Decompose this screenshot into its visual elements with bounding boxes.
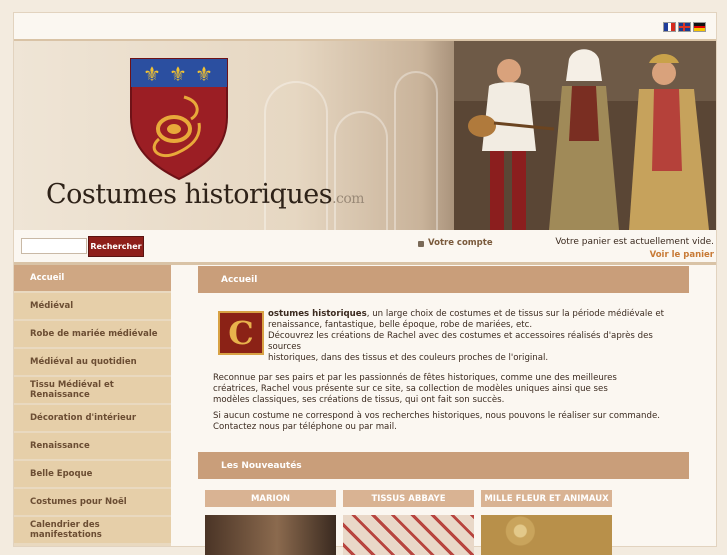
flag-de-icon[interactable] <box>693 22 706 32</box>
page-frame: ⚜ ⚜ ⚜ Costumes historiques.com Recherche… <box>13 12 717 555</box>
product-image[interactable] <box>481 515 612 555</box>
sidebar-item-medieval-quotidien[interactable]: Médiéval au quotidien <box>14 349 171 375</box>
product-title[interactable]: MARION <box>205 490 336 507</box>
top-bar <box>14 13 716 41</box>
paragraph-rachel: Reconnue par ses pairs et par les passio… <box>213 373 683 406</box>
para1-line1: Reconnue par ses pairs et par les passio… <box>213 373 617 383</box>
para2-line2: Contactez nous par téléphone ou par mail… <box>213 422 397 432</box>
product-card-tissus-abbaye[interactable]: TISSUS ABBAYE <box>343 490 474 555</box>
logo-main-text: Costumes historiques <box>46 179 333 210</box>
view-cart-link[interactable]: Voir le panier <box>650 250 714 260</box>
para1-line2: créatrices, Rachel vous présente sur ce … <box>213 384 608 394</box>
sidebar-item-tissu[interactable]: Tissu Médiéval et Renaissance <box>14 377 171 403</box>
coat-of-arms-logo[interactable]: ⚜ ⚜ ⚜ <box>129 57 229 181</box>
sidebar-item-belle-epoque[interactable]: Belle Epoque <box>14 461 171 487</box>
flag-fr-icon[interactable] <box>663 22 676 32</box>
intro-text: ostumes historiques, un large choix de c… <box>268 309 688 364</box>
search-and-cart-bar: Rechercher Votre compte Votre panier est… <box>14 232 716 265</box>
language-switcher <box>663 22 706 32</box>
intro-block: C ostumes historiques, un large choix de… <box>198 309 689 363</box>
intro-line4: historiques, dans des tissus et des coul… <box>268 353 549 363</box>
sidebar-item-medieval[interactable]: Médiéval <box>14 293 171 319</box>
dropcap-letter: C <box>218 311 264 355</box>
paragraph-contact: Si aucun costume ne correspond à vos rec… <box>213 411 683 433</box>
product-image[interactable] <box>343 515 474 555</box>
cart-status: Votre panier est actuellement vide. <box>555 237 714 247</box>
svg-text:⚜: ⚜ <box>169 62 187 86</box>
lock-icon <box>418 241 424 247</box>
product-image[interactable] <box>205 515 336 555</box>
sidebar-item-robe-mariee[interactable]: Robe de mariée médiévale <box>14 321 171 347</box>
flag-uk-icon[interactable] <box>678 22 691 32</box>
logo-suffix: .com <box>332 191 365 207</box>
main-content: Accueil C ostumes historiques, un large … <box>198 266 689 555</box>
new-products-list: MARION TISSUS ABBAYE MILLE FLEUR ET ANIM… <box>205 490 689 555</box>
svg-text:⚜: ⚜ <box>143 62 161 86</box>
intro-line2: renaissance, fantastique, belle époque, … <box>268 320 533 330</box>
product-title[interactable]: TISSUS ABBAYE <box>343 490 474 507</box>
news-section-title: Les Nouveautés <box>198 452 689 479</box>
para1-line3: modèles classiques, ses créations de tis… <box>213 395 505 405</box>
product-title[interactable]: MILLE FLEUR ET ANIMAUX <box>481 490 612 507</box>
search-input[interactable] <box>21 238 87 254</box>
sidebar-item-noel[interactable]: Costumes pour Noël <box>14 489 171 515</box>
sidebar-item-renaissance[interactable]: Renaissance <box>14 433 171 459</box>
banner-photo <box>454 41 716 230</box>
search-button[interactable]: Rechercher <box>88 236 144 257</box>
intro-bold: ostumes historiques <box>268 309 367 319</box>
sidebar-item-calendrier[interactable]: Calendrier des manifestations <box>14 517 171 543</box>
sidebar-item-decoration[interactable]: Décoration d'intérieur <box>14 405 171 431</box>
header-banner: ⚜ ⚜ ⚜ Costumes historiques.com <box>14 41 716 230</box>
product-card-marion[interactable]: MARION <box>205 490 336 555</box>
site-logo-text[interactable]: Costumes historiques.com <box>46 179 365 210</box>
section-title: Accueil <box>198 266 689 293</box>
para2-line1: Si aucun costume ne correspond à vos rec… <box>213 411 660 421</box>
intro-line1-rest: , un large choix de costumes et de tissu… <box>366 309 664 319</box>
sidebar-item-accueil[interactable]: Accueil <box>14 265 171 291</box>
intro-line3: Découvrez les créations de Rachel avec d… <box>268 331 653 352</box>
product-card-mille-fleur[interactable]: MILLE FLEUR ET ANIMAUX <box>481 490 612 555</box>
account-link[interactable]: Votre compte <box>418 238 493 248</box>
svg-text:⚜: ⚜ <box>195 62 213 86</box>
sidebar-nav: Accueil Médiéval Robe de mariée médiéval… <box>14 265 171 546</box>
account-link-label: Votre compte <box>428 238 493 248</box>
